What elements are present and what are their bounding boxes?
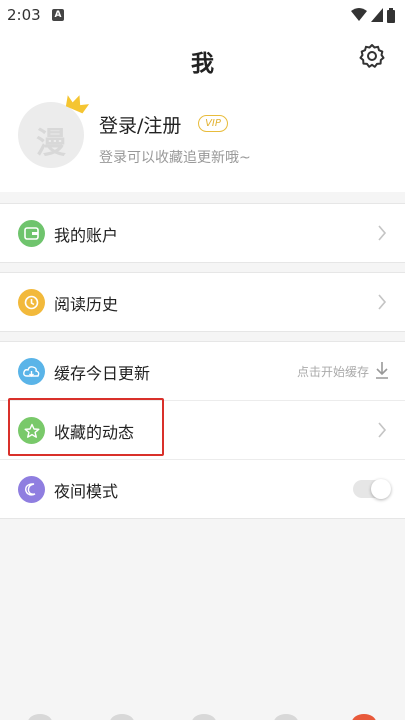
nav-bookshelf-icon[interactable] (274, 714, 298, 720)
profile-section[interactable]: 漫 登录/注册 VIP 登录可以收藏追更新哦~ (0, 90, 405, 192)
app-header: 我 (0, 30, 405, 90)
menu-label-account: 我的账户 (54, 226, 119, 245)
login-register-link[interactable]: 登录/注册 (99, 111, 181, 138)
cache-hint[interactable]: 点击开始缓存 (297, 363, 369, 380)
menu-item-history[interactable]: 阅读历史 (0, 273, 405, 331)
wifi-icon (351, 8, 367, 21)
page-title: 我 (191, 51, 214, 77)
signal-icon (371, 8, 383, 22)
chevron-right-icon (378, 294, 387, 310)
nav-home-icon[interactable] (28, 714, 52, 720)
menu-item-cache[interactable]: 缓存今日更新 点击开始缓存 (0, 342, 405, 400)
nav-me-icon[interactable] (352, 714, 376, 720)
avatar-logo-char: 漫 (36, 126, 66, 161)
gear-icon[interactable] (359, 43, 385, 69)
status-time: 2:03 (7, 6, 41, 24)
menu-item-favorites[interactable]: 收藏的动态 (0, 400, 405, 459)
chevron-right-icon (378, 422, 387, 438)
menu-label-favorites: 收藏的动态 (54, 423, 135, 442)
vip-badge: VIP (198, 115, 228, 132)
battery-icon (387, 7, 395, 23)
clock-icon (18, 289, 45, 316)
menu-label-cache: 缓存今日更新 (54, 364, 151, 383)
download-arrow-icon[interactable] (375, 361, 389, 379)
group-misc: 缓存今日更新 点击开始缓存 收藏的动态 夜间模式 (0, 341, 405, 519)
moon-icon (18, 476, 45, 503)
menu-label-night-mode: 夜间模式 (54, 482, 119, 501)
nav-category-icon[interactable] (110, 714, 134, 720)
toggle-knob (371, 479, 391, 499)
bottom-nav (0, 710, 405, 720)
chevron-right-icon (378, 225, 387, 241)
star-icon (18, 417, 45, 444)
notification-icon: A (52, 9, 64, 21)
cloud-download-icon (18, 358, 45, 385)
crown-icon (65, 95, 90, 114)
wallet-icon (18, 220, 45, 247)
menu-item-night-mode[interactable]: 夜间模式 (0, 459, 405, 518)
menu-item-account[interactable]: 我的账户 (0, 204, 405, 262)
status-icons (351, 6, 395, 24)
night-mode-toggle[interactable] (353, 479, 391, 499)
status-bar: 2:03 A (0, 0, 405, 30)
group-history: 阅读历史 (0, 272, 405, 332)
menu-label-history: 阅读历史 (54, 295, 119, 314)
group-account: 我的账户 (0, 203, 405, 263)
login-hint: 登录可以收藏追更新哦~ (99, 150, 251, 166)
nav-discover-icon[interactable] (192, 714, 216, 720)
